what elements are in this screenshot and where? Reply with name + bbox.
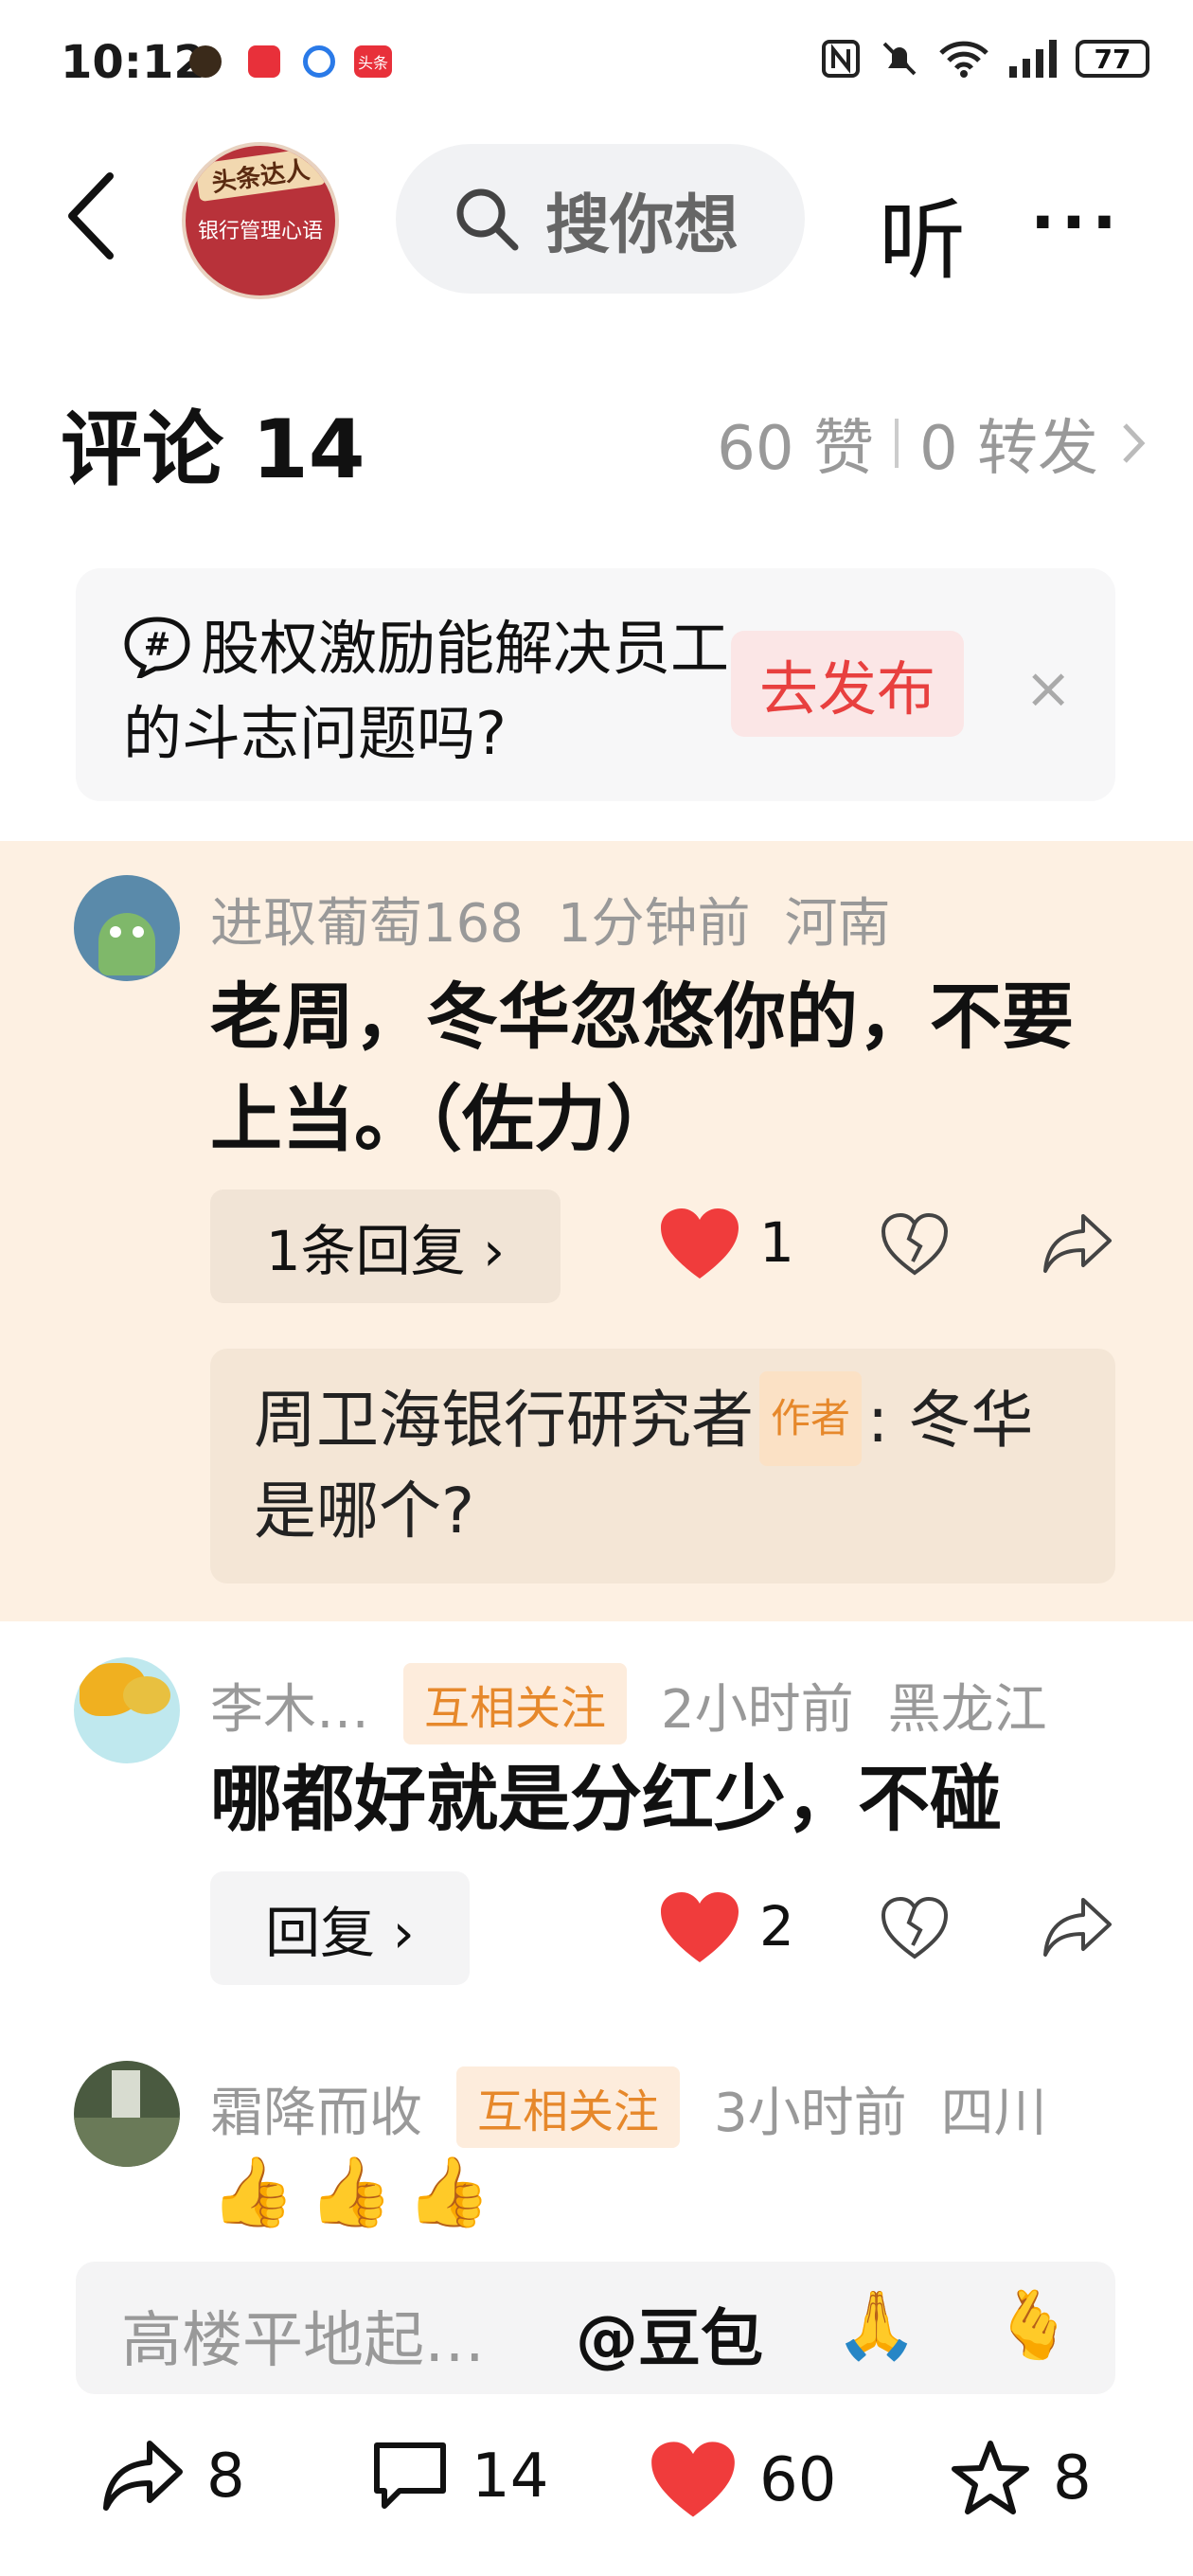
status-time: 10:12 [61, 36, 205, 89]
like-count: 2 [759, 1894, 794, 1959]
avatar[interactable] [74, 1657, 180, 1763]
comments-stats[interactable]: 60 赞 0 转发 [717, 400, 1148, 487]
comment-username[interactable]: 进取葡萄168 [210, 893, 524, 955]
mutual-follow-badge: 互相关注 [456, 2066, 681, 2148]
comment-body: 哪都好就是分红少，不碰 [210, 1757, 1002, 1841]
battery-indicator: 77 [1076, 40, 1149, 78]
topic-text: 股权激励能解决员工的斗志问题吗? [123, 614, 730, 768]
favorite-action[interactable]: 8 [951, 2440, 1092, 2517]
comment-time: 3小时前 [714, 2083, 907, 2144]
view-replies-button[interactable]: 1条回复 › [210, 1190, 561, 1303]
share-action[interactable]: 8 [102, 2440, 245, 2513]
chevron-right-icon [1123, 423, 1146, 463]
avatar-app-icon [189, 45, 222, 78]
comments-title: 评论 14 [61, 402, 365, 497]
tv-app-icon [248, 45, 280, 78]
back-arrow-icon[interactable] [62, 169, 119, 263]
reposts-stat: 0 转发 [918, 414, 1098, 484]
reply-button[interactable]: 回复 › [210, 1871, 470, 1985]
nfc-icon [822, 40, 860, 78]
like-total: 60 [759, 2445, 837, 2515]
like-heart-icon [651, 2442, 735, 2517]
status-right: 77 [820, 38, 1149, 80]
share-count: 8 [206, 2442, 245, 2512]
svg-text:#: # [144, 626, 171, 664]
comment-meta: 李木… 互相关注 2小时前 黑龙江 [210, 1663, 1047, 1744]
dislike-broken-heart-icon[interactable] [881, 1896, 949, 1960]
author-reply-name[interactable]: 周卫海银行研究者 [254, 1384, 754, 1457]
star-icon [952, 2441, 1029, 2514]
comment-action[interactable]: 14 [371, 2440, 548, 2513]
avatar[interactable] [74, 2061, 180, 2167]
like-count: 1 [759, 1210, 794, 1275]
wifi-icon [939, 41, 988, 78]
close-topic-button[interactable]: × [1024, 655, 1072, 722]
topic-hash-icon: # [124, 617, 190, 678]
comment-username[interactable]: 霜降而收 [210, 2083, 422, 2144]
topic-text-block: # 股权激励能解决员工的斗志问题吗? [123, 606, 729, 777]
comment-body-emoji: 👍👍👍 [210, 2152, 505, 2231]
favorite-count: 8 [1053, 2443, 1092, 2513]
toutiao-badge-text: 头条 [357, 54, 388, 72]
comment-meta: 进取葡萄168 1分钟前 河南 [210, 881, 891, 957]
comment-body: 老周，冬华忽悠你的，不要上当。（佐力） [210, 975, 1074, 1161]
share-arrow-icon [103, 2441, 183, 2511]
avatar[interactable] [74, 875, 180, 981]
comment-meta: 霜降而收 互相关注 3小时前 四川 [210, 2066, 1047, 2148]
comment-location: 四川 [940, 2083, 1047, 2144]
likes-stat: 60 赞 [717, 414, 874, 484]
comment-location: 河南 [784, 893, 891, 955]
author-tag: 作者 [759, 1371, 863, 1466]
publish-button[interactable]: 去发布 [731, 631, 964, 737]
share-arrow-icon[interactable] [1042, 1896, 1113, 1960]
comment-time: 2小时前 [661, 1679, 854, 1741]
author-reply-text: 周卫海银行研究者 作者: 冬华是哪个? [254, 1371, 1049, 1557]
comment-location: 黑龙江 [887, 1679, 1047, 1741]
comment-bubble-icon [374, 2442, 446, 2509]
mute-bell-icon [882, 42, 917, 76]
like-action[interactable]: 60 [650, 2440, 836, 2521]
browser-app-icon [303, 45, 335, 78]
like-heart-icon[interactable] [659, 1890, 740, 1966]
signal-icon [1009, 40, 1057, 78]
search-box[interactable]: 搜你想 [396, 144, 805, 294]
listen-button[interactable]: 听 [879, 170, 966, 296]
search-placeholder: 搜你想 [545, 188, 739, 263]
search-icon [456, 188, 519, 251]
mention-doubao-button[interactable]: @豆包 [576, 2288, 763, 2379]
stats-divider [894, 419, 899, 468]
comment-username[interactable]: 李木… [210, 1679, 369, 1741]
pray-emoji-button[interactable]: 🙏 [835, 2286, 917, 2365]
comment-input-placeholder[interactable]: 高楼平地起… [121, 2292, 485, 2379]
author-avatar[interactable]: 头条达人 银行管理心语 [182, 142, 339, 299]
dislike-broken-heart-icon[interactable] [881, 1212, 949, 1277]
comment-time: 1分钟前 [557, 893, 751, 955]
more-options-button[interactable]: ··· [1030, 184, 1123, 261]
comment-count: 14 [472, 2442, 549, 2512]
share-arrow-icon[interactable] [1042, 1212, 1113, 1277]
like-heart-icon[interactable] [659, 1207, 740, 1282]
mutual-follow-badge: 互相关注 [403, 1663, 628, 1744]
avatar-banner: 头条达人 [194, 146, 327, 203]
avatar-book-title: 银行管理心语 [197, 220, 323, 243]
finger-heart-emoji-button[interactable]: 🫰 [992, 2286, 1075, 2365]
toutiao-app-icon: 头条 [354, 45, 392, 78]
